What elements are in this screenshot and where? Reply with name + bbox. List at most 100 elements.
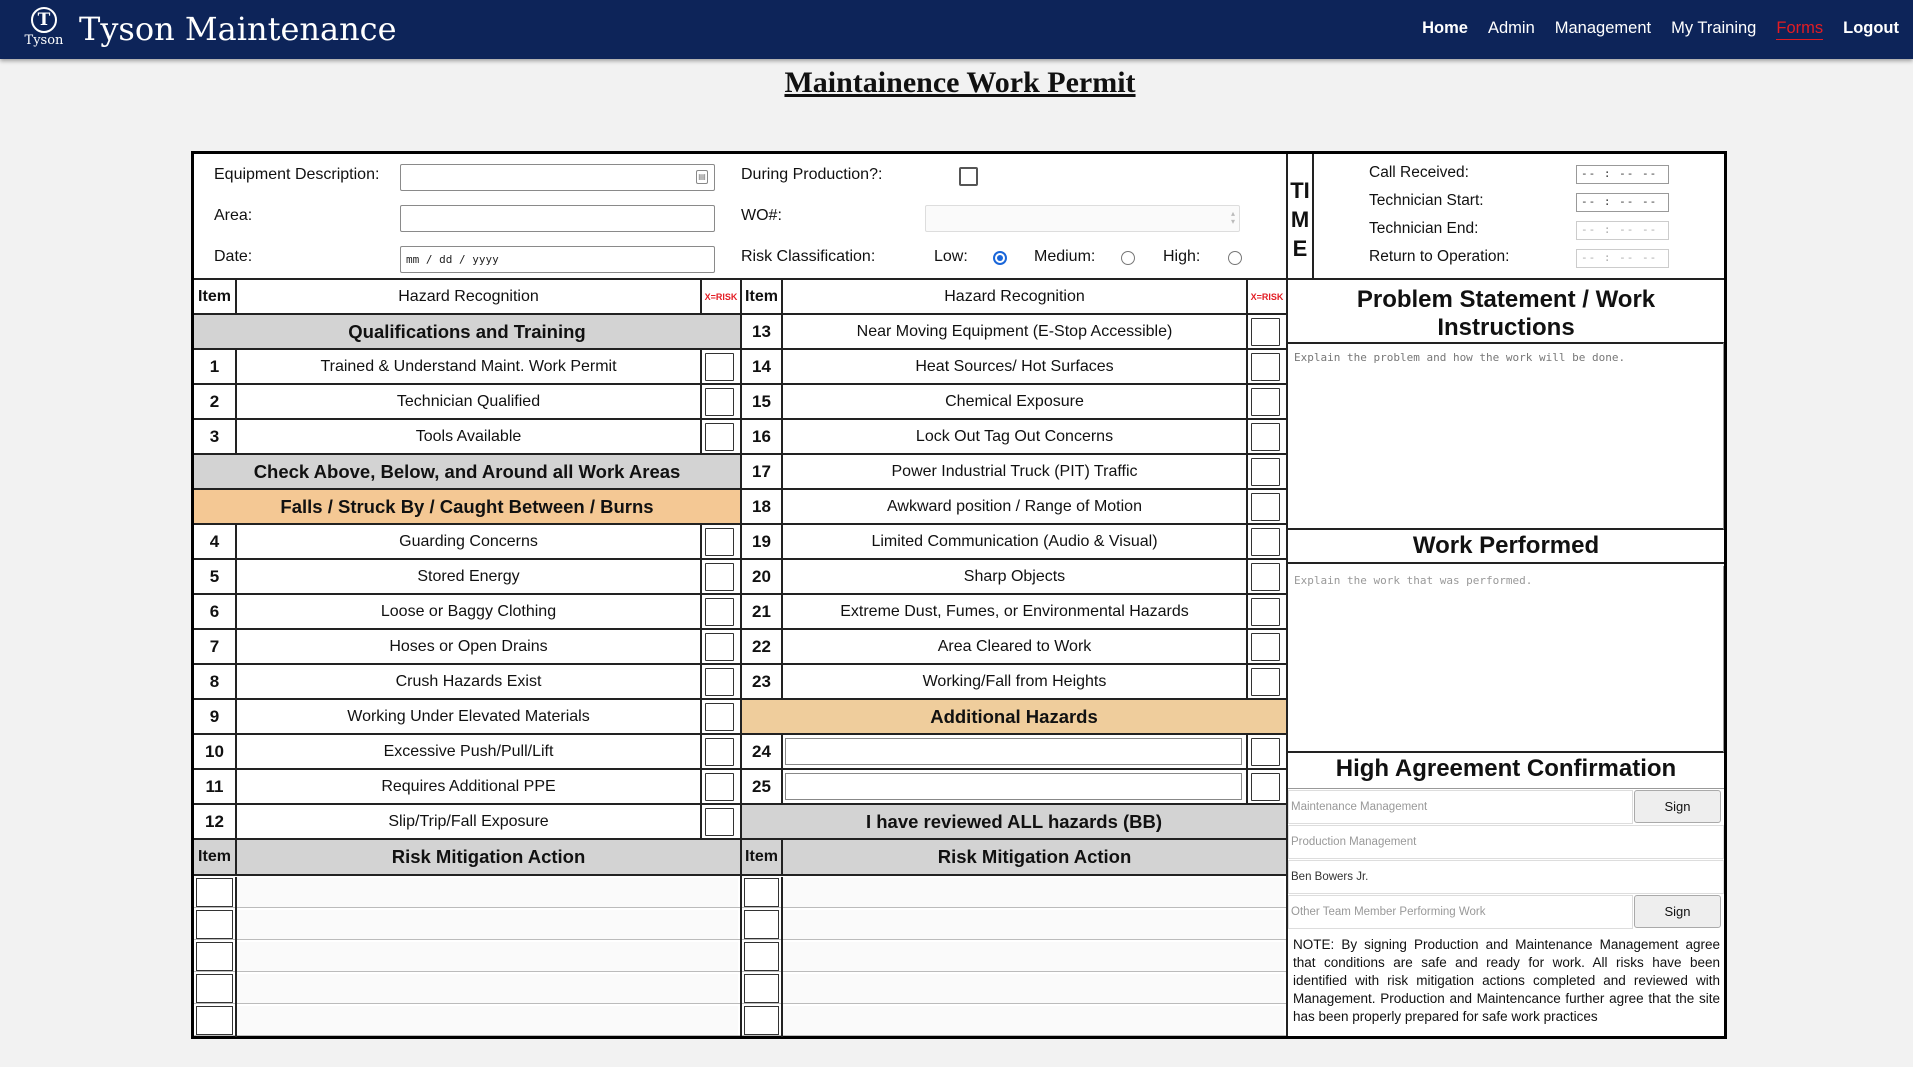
date-input[interactable]: mm / dd / yyyy — [400, 246, 715, 273]
risk-checkbox[interactable] — [705, 808, 734, 836]
risk-low-label: Low: — [934, 248, 968, 265]
problem-placeholder: Explain the problem and how the work wil… — [1294, 351, 1626, 364]
nav-home-link[interactable]: Home — [1422, 17, 1468, 40]
nav-my-training-link[interactable]: My Training — [1671, 17, 1756, 40]
risk-checkbox[interactable] — [705, 633, 734, 661]
x-risk-header: X=RISK — [704, 291, 738, 302]
risk-checkbox[interactable] — [1251, 458, 1280, 486]
hazard-number: 16 — [752, 426, 771, 446]
hazard-row: 6 Loose or Baggy Clothing — [194, 595, 740, 630]
col-divider — [1246, 665, 1248, 700]
brand-title[interactable]: Tyson Maintenance — [79, 9, 397, 49]
hazard-row: 22 Area Cleared to Work — [742, 630, 1286, 665]
risk-checkbox[interactable] — [1251, 423, 1280, 451]
risk-checkbox[interactable] — [705, 388, 734, 416]
production-management-field[interactable]: Production Management — [1288, 825, 1724, 859]
mitigation-item-input[interactable] — [196, 910, 233, 939]
hazard-text: Trained & Understand Maint. Work Permit — [320, 357, 617, 375]
risk-checkbox[interactable] — [1251, 633, 1280, 661]
technician-start-label: Technician Start: — [1369, 192, 1484, 209]
nav-forms-link[interactable]: Forms — [1776, 17, 1824, 40]
mitigation-item-input[interactable] — [744, 1006, 779, 1035]
risk-checkbox[interactable] — [705, 353, 734, 381]
work-performed-textarea[interactable]: Explain the work that was performed. — [1288, 566, 1724, 753]
area-input[interactable] — [400, 205, 715, 232]
risk-checkbox[interactable] — [705, 738, 734, 766]
risk-checkbox[interactable] — [1251, 388, 1280, 416]
nav-admin-link[interactable]: Admin — [1488, 17, 1535, 40]
mitigation-item-input[interactable] — [196, 942, 233, 971]
hazard-text: Tools Available — [415, 427, 522, 445]
risk-checkbox[interactable] — [705, 598, 734, 626]
risk-checkbox[interactable] — [1251, 598, 1280, 626]
hazard-number: 12 — [205, 811, 224, 831]
mitigation-item-input[interactable] — [196, 974, 233, 1003]
mitigation-action-input[interactable] — [783, 1006, 1284, 1035]
risk-checkbox[interactable] — [705, 563, 734, 591]
hazard-row: 2 Technician Qualified — [194, 385, 740, 420]
hazard-row: 25 — [742, 770, 1286, 805]
risk-checkbox[interactable] — [1251, 668, 1280, 696]
mitigation-action-input[interactable] — [783, 974, 1284, 1003]
hazard-text: Slip/Trip/Fall Exposure — [388, 812, 549, 830]
mitigation-action-input[interactable] — [237, 910, 738, 939]
mitigation-item-input[interactable] — [744, 942, 779, 971]
risk-checkbox[interactable] — [1251, 318, 1280, 346]
mitigation-item-input[interactable] — [744, 910, 779, 939]
col-divider — [700, 700, 702, 735]
date-label: Date: — [214, 248, 253, 265]
nav-logout-link[interactable]: Logout — [1843, 17, 1899, 40]
section-falls: Falls / Struck By / Caught Between / Bur… — [194, 490, 740, 525]
reviewed-all-hazards: I have reviewed ALL hazards (BB) — [742, 805, 1286, 840]
additional-hazard-input[interactable] — [785, 738, 1242, 765]
risk-checkbox[interactable] — [1251, 528, 1280, 556]
mitigation-action-input[interactable] — [237, 942, 738, 971]
risk-checkbox[interactable] — [705, 528, 734, 556]
equipment-input[interactable]: ▤ — [400, 164, 715, 191]
col-divider — [1246, 560, 1248, 595]
mitigation-item-input[interactable] — [744, 878, 779, 907]
mitigation-action-input[interactable] — [783, 942, 1284, 971]
wo-input[interactable]: ▴ ▾ — [925, 205, 1240, 232]
risk-checkbox[interactable] — [1251, 563, 1280, 591]
technician-end-input[interactable]: -- : -- -- — [1576, 221, 1669, 240]
nav-management-link[interactable]: Management — [1555, 17, 1651, 40]
risk-checkbox[interactable] — [1251, 738, 1280, 766]
section-check-areas: Check Above, Below, and Around all Work … — [194, 455, 740, 490]
other-member-sign-button[interactable]: Sign — [1634, 895, 1721, 928]
during-production-checkbox[interactable] — [959, 167, 978, 186]
additional-hazard-input[interactable] — [785, 773, 1242, 800]
mitigation-action-input[interactable] — [237, 1006, 738, 1035]
mitigation-item-input[interactable] — [196, 878, 233, 907]
technician-name-field[interactable]: Ben Bowers Jr. — [1288, 860, 1724, 894]
risk-checkbox[interactable] — [705, 773, 734, 801]
hazard-number: 3 — [209, 426, 220, 446]
maintenance-sign-button[interactable]: Sign — [1634, 790, 1721, 823]
work-permit-form: Equipment Description: ▤ Area: Date: mm … — [191, 151, 1727, 1039]
hazard-number: 1 — [209, 356, 220, 376]
risk-checkbox[interactable] — [1251, 773, 1280, 801]
problem-statement-textarea[interactable]: Explain the problem and how the work wil… — [1288, 342, 1724, 530]
mitigation-action-input[interactable] — [783, 910, 1284, 939]
risk-checkbox[interactable] — [1251, 493, 1280, 521]
risk-low-radio[interactable] — [993, 251, 1007, 265]
mitigation-action-input[interactable] — [237, 878, 738, 907]
risk-checkbox[interactable] — [705, 668, 734, 696]
col-divider — [700, 735, 702, 770]
hazard-row: 13 Near Moving Equipment (E-Stop Accessib… — [742, 315, 1286, 350]
call-received-input[interactable]: -- : -- -- — [1576, 165, 1669, 184]
risk-checkbox[interactable] — [1251, 353, 1280, 381]
maintenance-management-field[interactable]: Maintenance Management — [1288, 790, 1633, 824]
risk-medium-radio[interactable] — [1121, 251, 1135, 265]
mitigation-item-input[interactable] — [744, 974, 779, 1003]
risk-high-radio[interactable] — [1228, 251, 1242, 265]
other-team-member-field[interactable]: Other Team Member Performing Work — [1288, 895, 1633, 929]
risk-checkbox[interactable] — [705, 423, 734, 451]
mitigation-action-input[interactable] — [783, 878, 1284, 907]
risk-checkbox[interactable] — [705, 703, 734, 731]
tyson-logo[interactable]: T Tyson — [18, 7, 70, 53]
return-to-operation-input[interactable]: -- : -- -- — [1576, 249, 1669, 268]
mitigation-action-input[interactable] — [237, 974, 738, 1003]
technician-start-input[interactable]: -- : -- -- — [1576, 193, 1669, 212]
mitigation-item-input[interactable] — [196, 1006, 233, 1035]
